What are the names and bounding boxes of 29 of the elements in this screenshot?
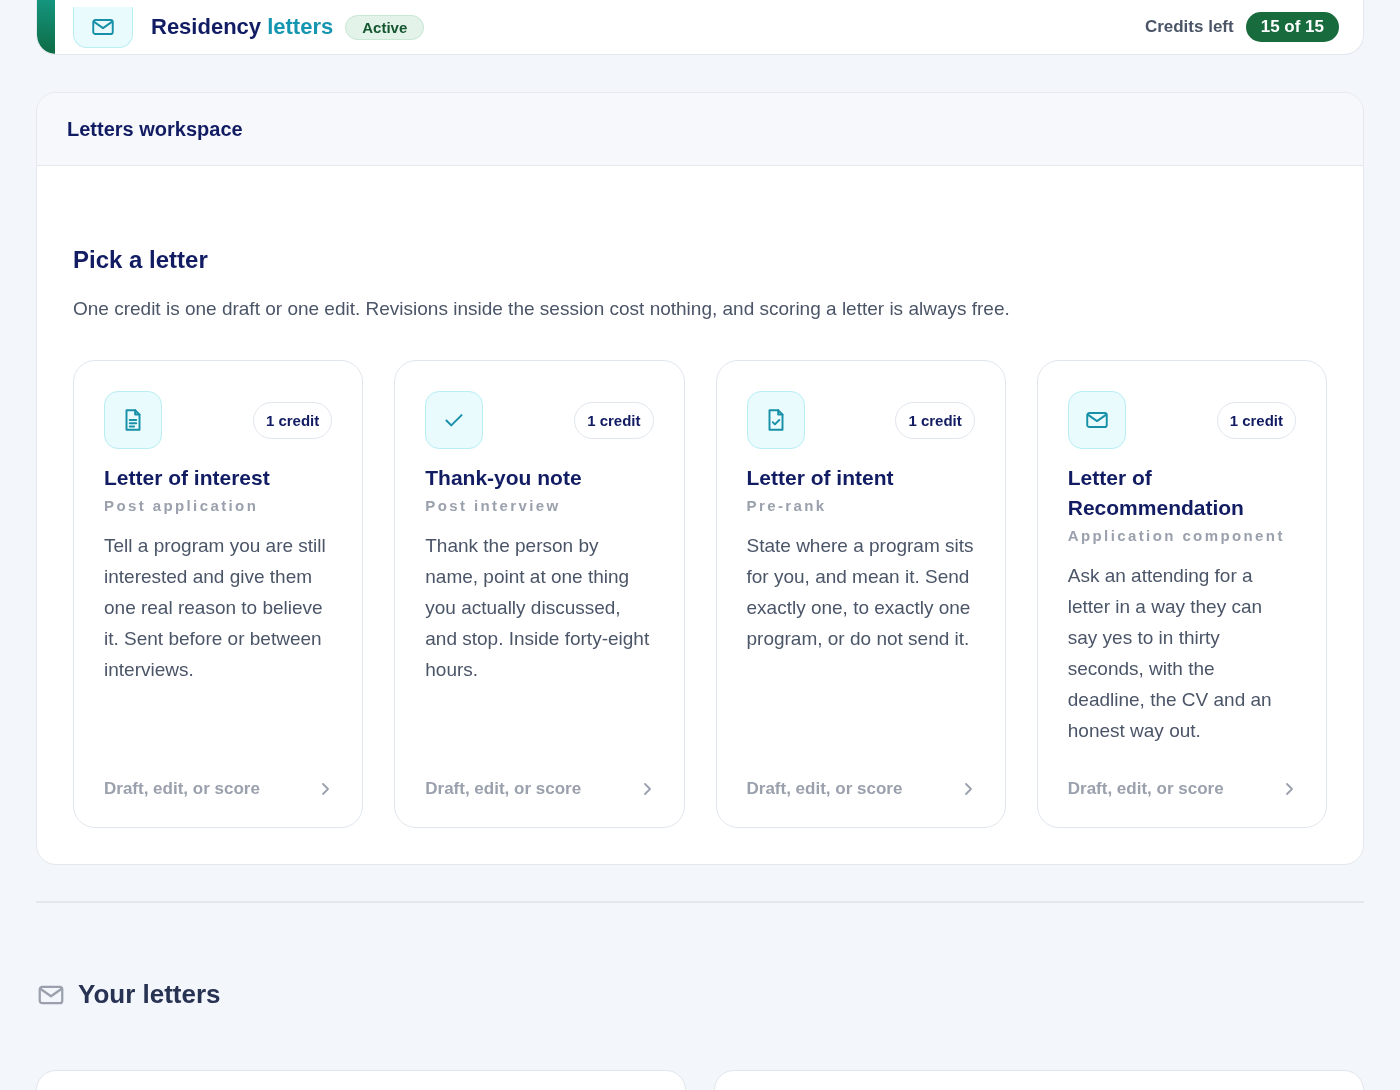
card-action-text: Draft, edit, or score — [746, 779, 903, 799]
intro-text: One credit is one draft or one edit. Revisions inside the session cost nothing, and scoring a letter is always free. — [73, 298, 1011, 320]
letter-card[interactable]: 1 credit Thank-you note Post interview Thank the person by name, point at one thing you actually discussed, and stop. Inside forty-eight hours. Draft, edit, or score — [394, 360, 685, 828]
card-description: State where a program sits for you, and mean it. Send exactly one, to exactly one program, or do not send it. — [746, 534, 975, 651]
card-action-text: Draft, edit, or score — [1067, 779, 1224, 799]
section-heading: Your letters — [78, 979, 221, 1010]
card-subtitle: Pre-rank — [746, 497, 828, 514]
credits-badge: 15 of 15 — [1245, 12, 1339, 42]
status-badge: Active — [345, 14, 425, 40]
card-description: Tell a program you are still interested and give them one real reason to believe it. Sent before or between interviews. — [104, 534, 327, 682]
card-subtitle: Post interview — [425, 497, 562, 514]
card-subtitle: Application component — [1067, 527, 1286, 544]
page-title: Residency letters — [151, 14, 334, 40]
credits-label: Credits left — [1144, 17, 1234, 37]
card-action-text: Draft, edit, or score — [425, 779, 582, 799]
card-action-text: Draft, edit, or score — [104, 779, 260, 799]
card-title: Thank-you note — [425, 465, 583, 491]
section-heading: Pick a letter — [73, 246, 209, 274]
card-description: Ask an attending for a letter in a way they can say yes to in thirty seconds, with the deadline, the CV and an honest way out. — [1067, 564, 1273, 743]
letter-card[interactable]: 1 credit Letter of interest Post application Tell a program you are still interested and give them one real reason to believe it. Sent before or between interviews. Draft, edit, or score — [73, 360, 364, 828]
panel-title: Letters workspace — [67, 117, 243, 141]
accent-bar — [37, 0, 55, 54]
card-title: Letter of intent — [746, 465, 895, 491]
card-subtitle: Post application — [104, 497, 260, 514]
letter-card[interactable]: 1 credit Letter of intent Pre-rank State where a program sits for you, and mean it. Send exactly one, to exactly one program, or do not send it. Draft, edit, or score — [715, 360, 1006, 828]
card-title: Letter of Recommendation — [1067, 465, 1245, 521]
card-title: Letter of interest — [104, 465, 271, 491]
letter-card[interactable] — [1036, 360, 1327, 828]
card-description: Thank the person by name, point at one thing you actually discussed, and stop. Inside forty-eight hours. — [425, 534, 651, 682]
